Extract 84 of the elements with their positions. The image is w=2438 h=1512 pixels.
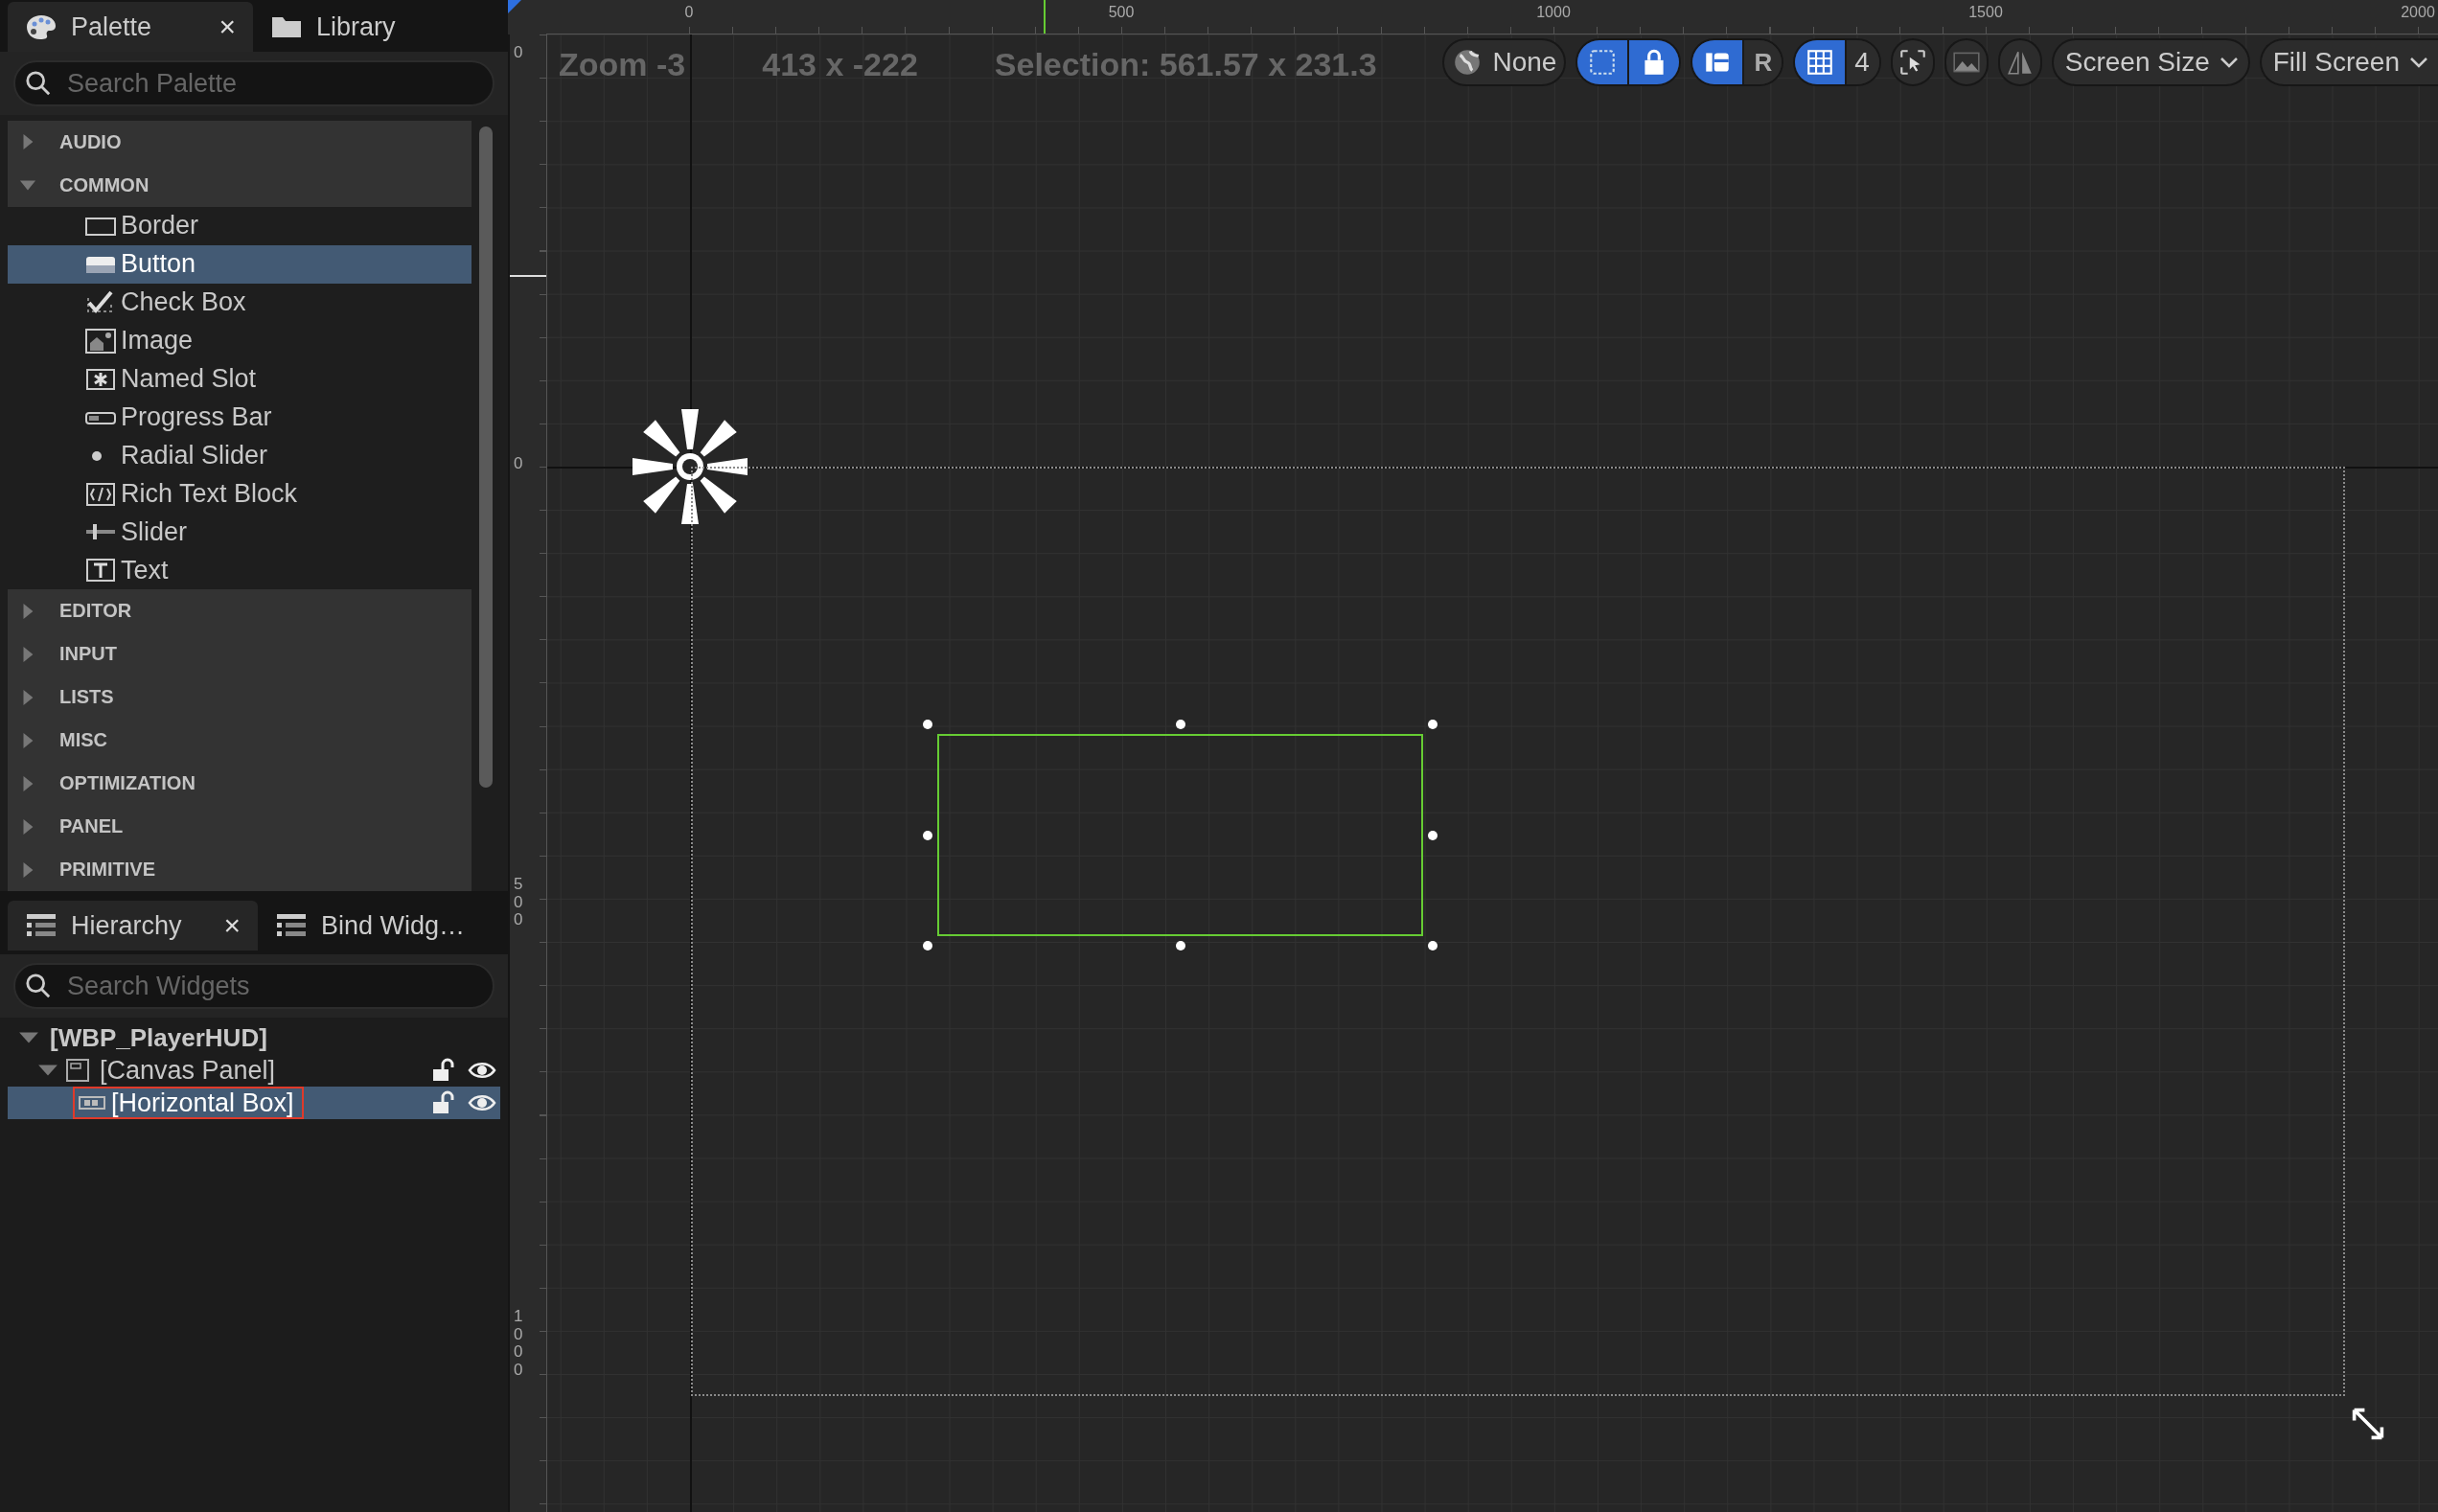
resize-handle[interactable] bbox=[1428, 941, 1438, 951]
diagonal-resize-icon[interactable] bbox=[2351, 1407, 2385, 1441]
palette-item[interactable]: Rich Text Block bbox=[8, 474, 472, 514]
close-button[interactable]: × bbox=[223, 909, 241, 942]
ruler-label: 500 bbox=[1108, 4, 1135, 21]
eye-icon[interactable] bbox=[468, 1061, 496, 1080]
image-widget-icon bbox=[84, 328, 117, 354]
resize-handle[interactable] bbox=[1175, 720, 1185, 729]
panel-tab[interactable]: Palette × bbox=[8, 2, 253, 52]
palette-item[interactable]: Named Slot bbox=[8, 359, 472, 399]
cursor-position: 413 x -222 bbox=[762, 46, 918, 83]
palette-item[interactable]: Image bbox=[8, 321, 472, 360]
corner-triangle-icon bbox=[508, 0, 521, 13]
chevron-icon bbox=[2219, 57, 2239, 68]
category-header[interactable]: PANEL bbox=[8, 805, 472, 849]
resize-handle[interactable] bbox=[923, 720, 932, 729]
panel-tab[interactable]: Library bbox=[253, 2, 413, 52]
richtext-widget-icon bbox=[84, 481, 117, 507]
ruler-label: 1500 bbox=[1968, 4, 2003, 21]
namedslot-widget-icon bbox=[84, 366, 117, 392]
ruler-label: 0 bbox=[514, 455, 523, 473]
palette-icon bbox=[25, 12, 58, 41]
ruler-label: 0 bbox=[684, 4, 694, 21]
text-widget-icon bbox=[84, 558, 117, 584]
tree-label: [WBP_PlayerHUD] bbox=[50, 1022, 267, 1053]
lock-icon[interactable] bbox=[431, 1090, 456, 1115]
selection-size: Selection: 561.57 x 231.3 bbox=[994, 46, 1377, 83]
lock-icon[interactable] bbox=[431, 1058, 456, 1083]
category-header[interactable]: EDITOR bbox=[8, 589, 472, 633]
close-button[interactable]: × bbox=[218, 11, 236, 43]
culture-button[interactable]: None bbox=[1442, 38, 1567, 86]
resize-handle[interactable] bbox=[923, 941, 932, 951]
category-header[interactable]: MISC bbox=[8, 719, 472, 763]
flip-toggle[interactable] bbox=[1997, 38, 2042, 86]
palette-item[interactable]: Slider bbox=[8, 513, 472, 552]
widget-toggle[interactable] bbox=[1692, 40, 1745, 84]
canvas-panel-icon bbox=[65, 1058, 90, 1083]
horizontal-box-icon bbox=[79, 1095, 105, 1111]
fill-mode-dropdown[interactable]: Fill Screen bbox=[2259, 38, 2438, 86]
screen-size-dropdown[interactable]: Screen Size bbox=[2051, 38, 2250, 86]
tree-label: [Horizontal Box] bbox=[111, 1088, 294, 1118]
cursor-toggle[interactable] bbox=[1890, 38, 1935, 86]
cursor-marker bbox=[510, 275, 546, 277]
tree-row[interactable]: [Horizontal Box] bbox=[8, 1087, 500, 1119]
palette-item[interactable]: Text bbox=[8, 551, 472, 590]
selected-widget-outline[interactable] bbox=[937, 734, 1423, 936]
resize-handle[interactable] bbox=[923, 830, 932, 840]
resize-handle[interactable] bbox=[1428, 830, 1438, 840]
category-header[interactable]: INPUT bbox=[8, 632, 472, 676]
ruler-label: 500 bbox=[514, 876, 523, 930]
cursor-marker bbox=[1044, 0, 1046, 34]
ruler-label: 0 bbox=[514, 44, 523, 62]
panel-tab[interactable]: Bind Widg… bbox=[258, 901, 483, 951]
palette-item[interactable]: Border bbox=[8, 206, 472, 245]
category-header[interactable]: LISTS bbox=[8, 676, 472, 720]
palette-item[interactable]: Check Box bbox=[8, 283, 472, 322]
palette-item[interactable]: Button bbox=[8, 244, 472, 284]
tree-row[interactable]: [Canvas Panel] bbox=[8, 1054, 500, 1087]
chevron-icon bbox=[2409, 57, 2428, 68]
ruler-label: 1000 bbox=[1536, 4, 1571, 21]
palette-item[interactable]: Progress Bar bbox=[8, 398, 472, 437]
resize-handle[interactable] bbox=[1428, 720, 1438, 729]
category-header[interactable]: AUDIO bbox=[8, 121, 472, 164]
grid-toggle[interactable] bbox=[1795, 40, 1848, 84]
resize-handle[interactable] bbox=[1175, 941, 1185, 951]
lock-toggle[interactable] bbox=[1629, 40, 1680, 84]
search-field[interactable]: Search Palette bbox=[13, 60, 494, 106]
panel-tab[interactable]: Hierarchy × bbox=[8, 901, 258, 951]
tree-row[interactable]: [WBP_PlayerHUD] bbox=[8, 1021, 500, 1054]
dot-icon bbox=[92, 450, 102, 461]
category-header[interactable]: PRIMITIVE bbox=[8, 848, 472, 891]
scrollbar-thumb[interactable] bbox=[479, 126, 493, 788]
category-header[interactable]: COMMON bbox=[8, 163, 472, 207]
design-canvas[interactable]: Zoom -3 413 x -222 Selection: 561.57 x 231.3 None R 4 Screen Size Fill Screen bbox=[547, 34, 2438, 1512]
palette-item[interactable]: Radial Slider bbox=[8, 436, 472, 475]
search-field[interactable]: Search Widgets bbox=[13, 963, 494, 1009]
outline-toggle[interactable] bbox=[1577, 40, 1630, 84]
zoom-label: Zoom -3 bbox=[559, 46, 686, 83]
tree-label: [Canvas Panel] bbox=[100, 1055, 276, 1086]
eye-icon[interactable] bbox=[468, 1093, 496, 1112]
ruler-label: 1000 bbox=[514, 1308, 523, 1380]
category-header[interactable]: OPTIMIZATION bbox=[8, 762, 472, 806]
ruler-label: 2000 bbox=[2401, 4, 2435, 21]
background-toggle[interactable] bbox=[1944, 38, 1989, 86]
